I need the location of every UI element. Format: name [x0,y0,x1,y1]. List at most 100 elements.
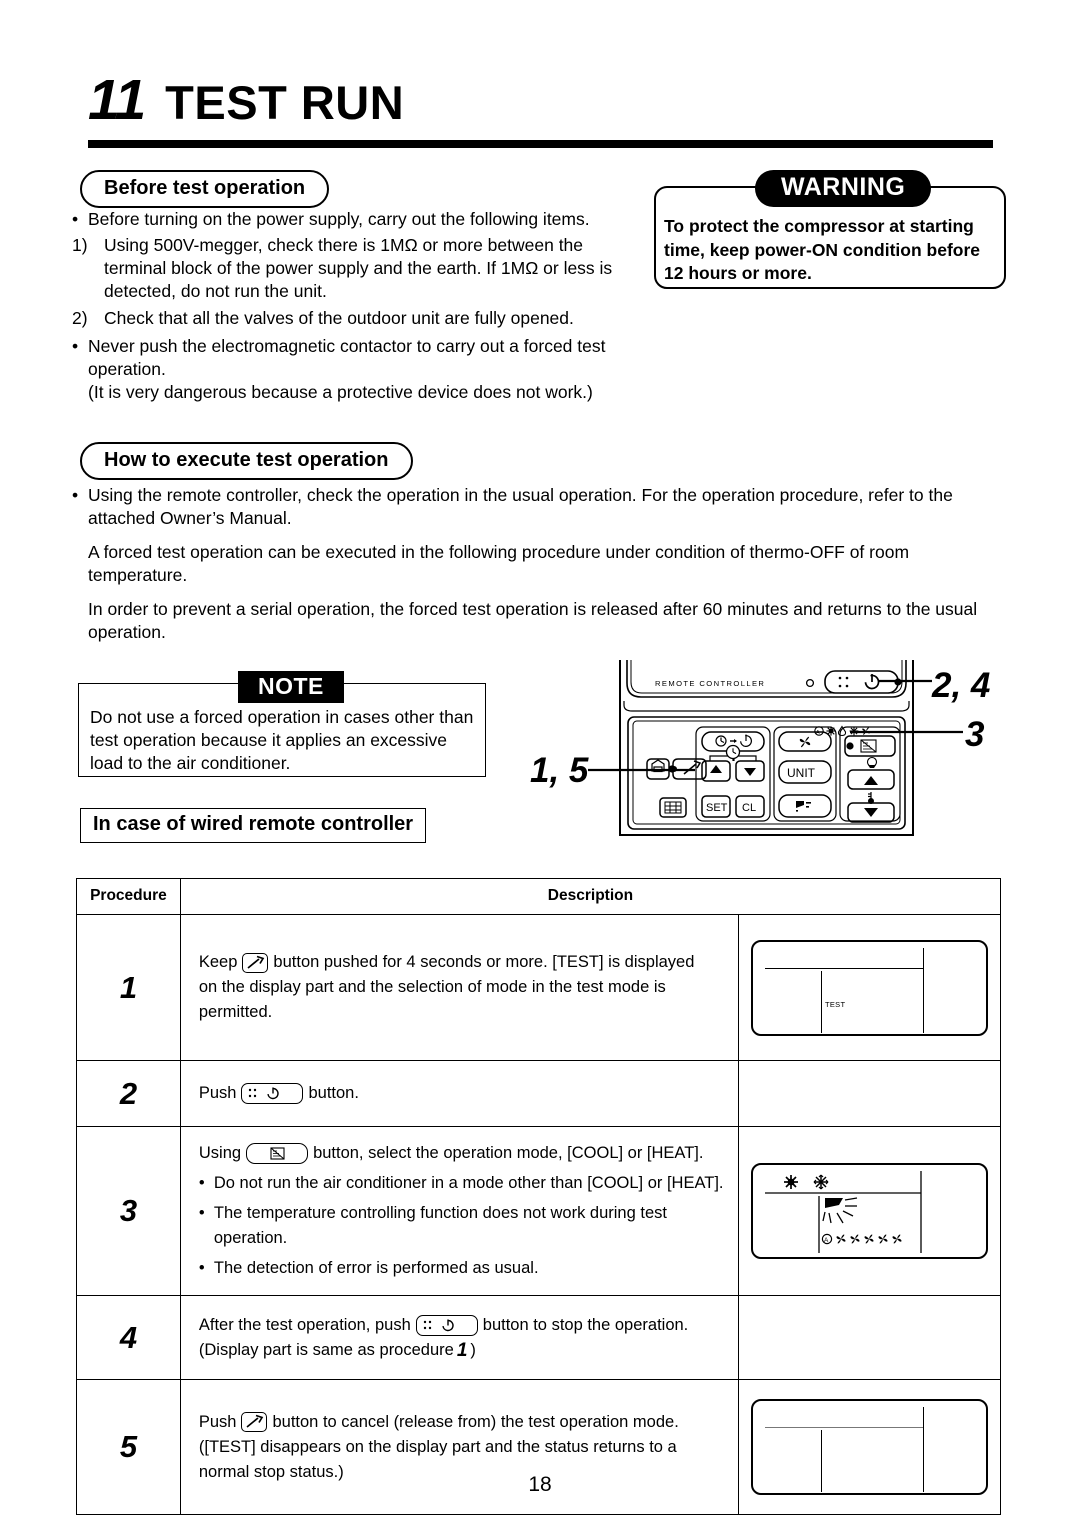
item-2-text: Check that all the valves of the outdoor… [104,308,574,328]
how-to-execute-body: • Using the remote controller, check the… [72,484,997,644]
row4-text-post: button to stop the operation. [482,1315,689,1334]
item-2-label: 2) [72,308,88,328]
before-bullet-2-tail: (It is very dangerous because a protecti… [88,382,593,402]
title-rule [88,140,993,148]
numbered-item: 2) Check that all the valves of the outd… [72,307,637,330]
bullet-item: • Using the remote controller, check the… [72,484,997,530]
row1-text-post: button pushed for 4 seconds or more. [TE… [273,953,695,971]
row2-text-post: button. [308,1084,359,1102]
row5-line2: ([TEST] disappears on the display part a… [198,1437,677,1456]
bullet-dot-icon: • [198,1174,205,1192]
row3-sub3: The detection of error is performed as u… [213,1259,539,1277]
howto-paragraph-2: In order to prevent a serial operation, … [88,599,978,642]
warning-text: To protect the compressor at starting ti… [664,216,981,283]
callout-right: 3 [965,715,985,754]
onoff-button-icon [415,1314,478,1336]
remote-button-set: SET [706,802,728,814]
procedure-display: A [737,1126,1002,1296]
burst-icon [822,1197,858,1224]
item-1-text: Using 500V-megger, check there is 1MΩ or… [104,235,613,301]
row3-text-post: button, select the operation mode, [COOL… [313,1144,704,1162]
row2-text-pre: Push [198,1084,237,1102]
bullet-item: • The detection of error is performed as… [199,1256,724,1281]
mode-button-icon [860,739,877,753]
wrench-button-icon [242,952,269,973]
header-procedure: Procedure [76,878,181,915]
row4-procedure-ref: 1 [456,1339,468,1361]
bullet-dot-icon: • [72,485,79,505]
onoff-button-icon [241,1083,304,1104]
sun-icon [783,1175,798,1189]
row4-line2-post: ) [470,1340,476,1359]
procedure-display [737,1060,1002,1127]
louver-icon [796,801,811,812]
thermometer-icon [868,792,875,805]
procedure-number: 1 [76,914,181,1061]
row3-sub1: Do not run the air conditioner in a mode… [213,1174,724,1192]
manual-page: 11 TEST RUN Before test operation • Befo… [0,0,1080,1525]
row1-line2: on the display part and the selection of… [198,978,666,996]
remote-controller-figure: REMOTE CONTROLLER A SET CL UNIT 1, 5 2, … [520,655,1020,850]
bullet-dot-icon: • [198,1204,205,1222]
procedure-description: After the test operation, push button to… [179,1295,739,1380]
howto-bullet-1: Using the remote controller, check the o… [88,485,953,528]
bullet-dot-icon: • [198,1259,205,1277]
callout-left: 1, 5 [530,751,589,790]
wrench-button-icon [241,1412,268,1432]
row1-text-pre: Keep [198,953,238,971]
bullet-dot-icon: • [72,209,79,229]
page-number: 18 [528,1473,552,1496]
remote-button-unit: UNIT [787,766,816,780]
lcd-mode-graphics: A [764,1171,922,1253]
table-header-row: Procedure Description [76,878,1002,915]
row3-sub2: The temperature controlling function doe… [213,1204,667,1247]
row1-line3: permitted. [198,1003,273,1021]
bullet-dot-icon: • [72,336,79,356]
numbered-item: 1) Using 500V-megger, check there is 1MΩ… [72,234,637,303]
table-row: 2 Push button. [76,1060,1002,1127]
bullet-item: • Before turning on the power supply, ca… [72,208,637,231]
fan-icon [799,736,811,748]
lcd-panel: A [750,1163,988,1259]
howto-paragraph-1: A forced test operation can be executed … [88,542,910,585]
procedure-table: Procedure Description 1 Keep button push… [76,878,1002,1515]
lcd-text: TEST [824,999,846,1009]
wrench-icon [683,760,702,775]
remote-button-cl: CL [742,802,756,814]
procedure-description: Keep button pushed for 4 seconds or more… [179,914,739,1061]
row5-text-post: button to cancel (release from) the test… [272,1412,679,1431]
note-text: Do not use a forced operation in cases o… [90,707,474,773]
row4-line2-pre: (Display part is same as procedure [198,1340,454,1359]
procedure-number: 2 [76,1060,181,1127]
svg-text:A: A [824,1237,829,1244]
procedure-display: TEST [737,914,1002,1061]
chapter-title: TEST RUN [165,76,405,129]
section-heading-how-to-execute: How to execute test operation [80,442,413,480]
callout-top-right: 2, 4 [932,666,991,705]
note-label: NOTE [238,671,344,703]
row4-text-pre: After the test operation, push [198,1315,411,1334]
row3-text-pre: Using [198,1144,242,1162]
table-row: 3 Using button, select the operation mod… [76,1126,1002,1296]
header-description: Description [179,878,1002,915]
section-heading-wired-remote-controller: In case of wired remote controller [80,808,427,843]
bullet-item: • The temperature controlling function d… [199,1201,724,1251]
page-title: 11 TEST RUN [88,72,404,129]
svg-text:A: A [816,730,820,736]
before-bullet-2: Never push the electromagnetic contactor… [88,336,606,379]
procedure-number: 4 [76,1295,181,1380]
before-test-operation-body: • Before turning on the power supply, ca… [72,208,637,404]
procedure-description: Using button, select the operation mode,… [179,1126,739,1296]
section-heading-before-test-operation: Before test operation [80,170,330,208]
bullet-item: • Do not run the air conditioner in a mo… [199,1171,724,1196]
item-1-label: 1) [72,235,88,255]
row5-text-pre: Push [198,1412,237,1431]
warning-label: WARNING [755,170,932,207]
mode-button-icon [246,1143,309,1164]
procedure-number: 3 [76,1126,181,1296]
snowflake-icon [813,1174,829,1190]
procedure-display [737,1295,1002,1380]
grid-icon [664,801,682,814]
fan-speed-indicators: A [821,1233,902,1245]
lcd-panel: TEST [750,939,988,1036]
